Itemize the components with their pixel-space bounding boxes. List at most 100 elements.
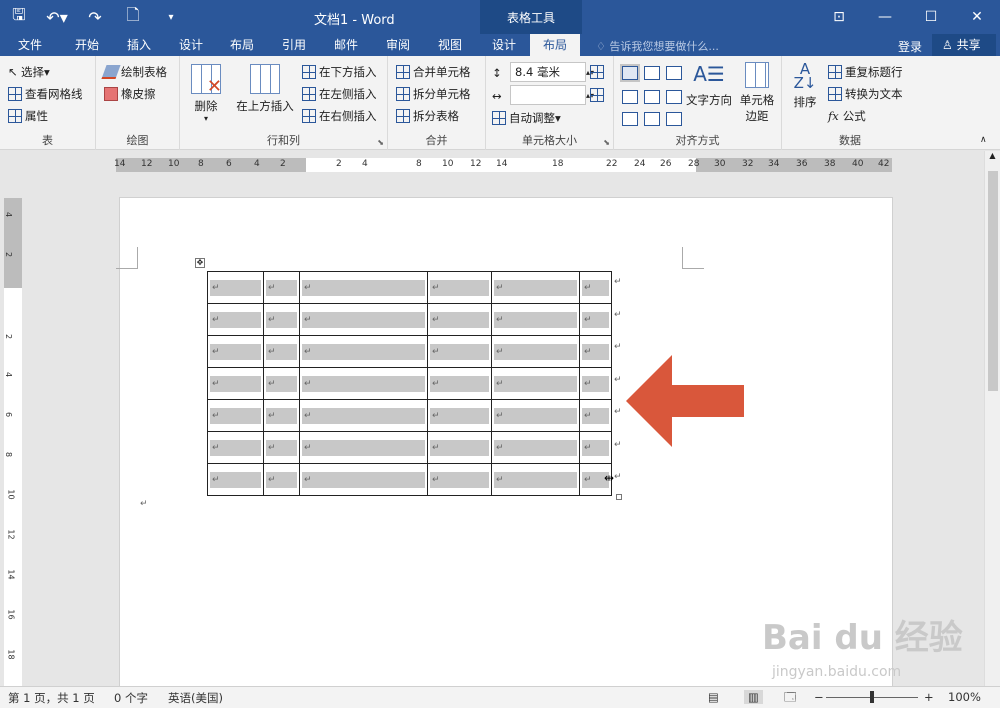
table-cell[interactable]: ↵ — [579, 335, 612, 368]
table-move-handle-icon[interactable]: ✥ — [195, 258, 205, 268]
document-table[interactable]: ↵ ↵ ↵ ↵ ↵ ↵ ↵ ↵ ↵ ↵ ↵ ↵ ↵ ↵ ↵ ↵ ↵ ↵ ↵ ↵ ↵ ↵ ↵ ↵ ↵ ↵ ↵ ↵ ↵ ↵ ↵ ↵ ↵ ↵ ↵ ↵ ↵ ↵ ↵ ↵… — [207, 271, 612, 496]
table-cell[interactable]: ↵ — [207, 271, 264, 304]
repeat-header-button[interactable]: 重复标题行 — [828, 62, 903, 82]
share-button[interactable]: ♙ 共享 — [932, 34, 996, 56]
print-layout-icon[interactable]: ▥ — [744, 690, 763, 704]
draw-table-button[interactable]: 绘制表格 — [101, 62, 167, 82]
insert-above-button[interactable]: 在上方插入 — [234, 64, 296, 114]
table-cell[interactable]: ↵ — [299, 303, 428, 336]
table-cell[interactable]: ↵ — [299, 431, 428, 464]
sort-button[interactable]: A Z↓ 排序 — [788, 62, 822, 110]
table-cell[interactable]: ↵ — [427, 463, 492, 496]
insert-right-button[interactable]: 在右侧插入 — [302, 106, 377, 126]
dialog-launcher-icon[interactable]: ⬊ — [603, 138, 610, 147]
language-indicator[interactable]: 英语(美国) — [168, 690, 223, 706]
table-row[interactable]: ↵ ↵ ↵ ↵ ↵ ↵ — [207, 271, 612, 304]
table-cell[interactable]: ↵ — [207, 303, 264, 336]
table-cell[interactable]: ↵ — [263, 335, 300, 368]
login-link[interactable]: 登录 — [898, 38, 922, 55]
zoom-out-icon[interactable]: − — [814, 690, 824, 704]
eraser-button[interactable]: 橡皮擦 — [104, 84, 156, 104]
close-icon[interactable]: ✕ — [954, 0, 1000, 34]
table-cell[interactable]: ↵ — [263, 367, 300, 400]
table-cell[interactable]: ↵ — [207, 463, 264, 496]
cell-margins-button[interactable]: 单元格 边距 — [736, 62, 778, 124]
tab-insert[interactable]: 插入 — [118, 34, 160, 56]
formula-button[interactable]: fx 公式 — [828, 106, 866, 126]
word-count[interactable]: 0 个字 — [114, 690, 148, 706]
table-cell[interactable]: ↵ — [299, 335, 428, 368]
tab-view[interactable]: 视图 — [430, 34, 470, 56]
table-cell[interactable]: ↵ — [207, 367, 264, 400]
align-middle-right-icon[interactable] — [666, 90, 682, 104]
table-cell[interactable]: ↵ — [491, 303, 580, 336]
table-cell[interactable]: ↵ — [299, 367, 428, 400]
page-count[interactable]: 第 1 页，共 1 页 — [8, 690, 95, 706]
table-resize-handle[interactable] — [616, 494, 622, 500]
align-middle-left-icon[interactable] — [622, 90, 638, 104]
tab-references[interactable]: 引用 — [274, 34, 314, 56]
align-middle-center-icon[interactable] — [644, 90, 660, 104]
table-cell[interactable]: ↵ — [207, 335, 264, 368]
tab-home[interactable]: 开始 — [66, 34, 108, 56]
split-table-button[interactable]: 拆分表格 — [396, 106, 459, 126]
collapse-ribbon-icon[interactable]: ∧ — [980, 130, 987, 150]
table-cell[interactable]: ↵ — [579, 399, 612, 432]
properties-button[interactable]: 属性 — [8, 106, 48, 126]
table-cell[interactable]: ↵ — [427, 303, 492, 336]
table-row[interactable]: ↵ ↵ ↵ ↵ ↵ ↵ — [207, 399, 612, 432]
insert-below-button[interactable]: 在下方插入 — [302, 62, 377, 82]
split-cells-button[interactable]: 拆分单元格 — [396, 84, 471, 104]
horizontal-ruler[interactable]: 14 12 10 8 6 4 2 2 4 8 10 12 14 18 22 24… — [0, 151, 1000, 177]
tab-table-layout[interactable]: 布局 — [530, 34, 580, 56]
table-cell[interactable]: ↵ — [427, 431, 492, 464]
merge-cells-button[interactable]: 合并单元格 — [396, 62, 471, 82]
tab-mailings[interactable]: 邮件 — [326, 34, 366, 56]
table-cell[interactable]: ↵ — [579, 271, 612, 304]
scrollbar-thumb[interactable] — [988, 171, 998, 391]
select-button[interactable]: ↖ 选择 ▾ — [8, 62, 50, 82]
dialog-launcher-icon[interactable]: ⬊ — [377, 138, 384, 147]
table-row[interactable]: ↵ ↵ ↵ ↵ ↵ ↵ — [207, 335, 612, 368]
zoom-in-icon[interactable]: + — [924, 690, 934, 704]
table-cell[interactable]: ↵ — [427, 367, 492, 400]
table-cell[interactable]: ↵ — [491, 463, 580, 496]
table-row[interactable]: ↵ ↵ ↵ ↵ ↵ ↵ — [207, 431, 612, 464]
row-height-input[interactable]: 8.4 毫米 — [510, 62, 586, 82]
table-cell[interactable]: ↵ — [579, 431, 612, 464]
save-icon[interactable]: 🖫 — [0, 0, 38, 34]
table-cell[interactable]: ↵ — [263, 463, 300, 496]
align-bottom-right-icon[interactable] — [666, 112, 682, 126]
table-cell[interactable]: ↵ — [299, 271, 428, 304]
table-cell[interactable]: ↵ — [427, 399, 492, 432]
view-gridlines-button[interactable]: 查看网格线 — [8, 84, 83, 104]
redo-icon[interactable]: ↷ — [76, 0, 114, 34]
customize-qat-icon[interactable]: ▾ — [152, 0, 190, 34]
tab-table-design[interactable]: 设计 — [484, 34, 524, 56]
web-layout-icon[interactable]: 🗔 — [784, 690, 796, 708]
table-cell[interactable]: ↵ — [299, 463, 428, 496]
distribute-columns-icon[interactable] — [590, 85, 607, 105]
table-cell[interactable]: ↵ — [263, 399, 300, 432]
minimize-icon[interactable]: — — [862, 0, 908, 34]
vertical-ruler[interactable]: 4 2 2 4 6 8 10 12 14 16 18 — [4, 198, 22, 686]
table-cell[interactable]: ↵ — [579, 367, 612, 400]
autofit-button[interactable]: 自动调整 ▾ — [492, 108, 561, 128]
new-document-icon[interactable]: 🗋 — [114, 0, 152, 34]
column-width-input[interactable] — [510, 85, 586, 105]
tab-review[interactable]: 审阅 — [378, 34, 418, 56]
align-bottom-center-icon[interactable] — [644, 112, 660, 126]
distribute-rows-icon[interactable] — [590, 62, 607, 82]
table-cell[interactable]: ↵ — [427, 335, 492, 368]
table-cell[interactable]: ↵ — [207, 399, 264, 432]
align-top-left-icon[interactable] — [620, 64, 640, 82]
table-cell[interactable]: ↵ — [491, 335, 580, 368]
tab-file[interactable]: 文件 — [10, 34, 50, 56]
ribbon-display-options-icon[interactable]: ⊡ — [816, 0, 862, 34]
maximize-icon[interactable]: ☐ — [908, 0, 954, 34]
table-cell[interactable]: ↵ — [427, 271, 492, 304]
table-row[interactable]: ↵ ↵ ↵ ↵ ↵ ↵ — [207, 303, 612, 336]
table-cell[interactable]: ↵ — [263, 303, 300, 336]
delete-button[interactable]: ✕ 删除 ▾ — [186, 64, 226, 123]
zoom-level[interactable]: 100% — [948, 690, 981, 704]
